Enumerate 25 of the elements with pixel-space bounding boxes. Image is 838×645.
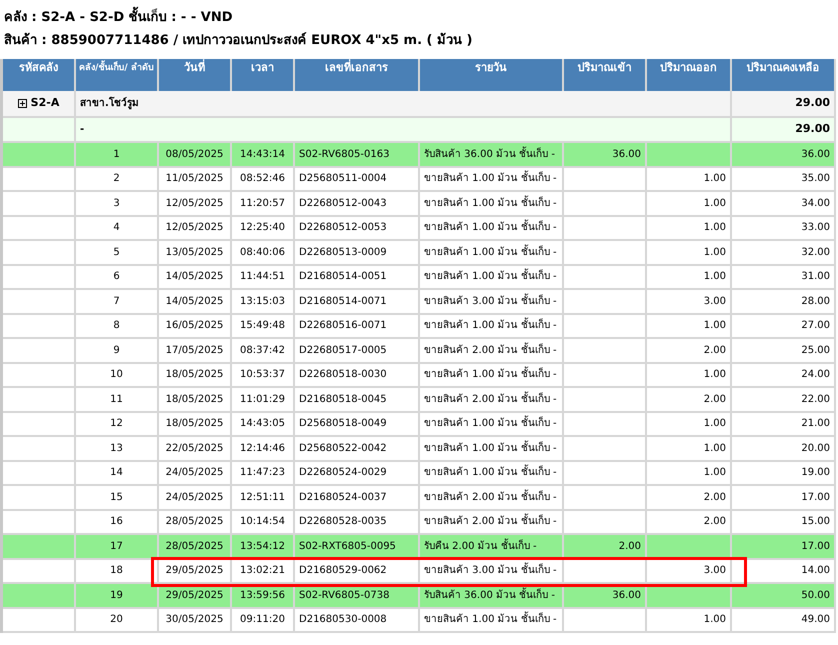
table-cell: 20	[75, 608, 158, 632]
table-cell: 1.00	[646, 608, 731, 632]
table-cell: 49.00	[731, 608, 835, 632]
subgroup-label: -	[80, 124, 84, 135]
column-header: ปริมาณคงเหลือ	[731, 59, 835, 91]
column-header: คลัง/ชั้นเก็บ/ ลำดับ	[75, 59, 158, 91]
column-header: เลขที่เอกสาร	[294, 59, 419, 91]
table-cell: D21680530-0008	[294, 608, 419, 632]
table-cell: 30/05/2025	[158, 608, 231, 632]
column-header: รหัสคลัง	[3, 59, 75, 91]
report-header-line: คลัง : S2-A - S2-D ชั้นเก็บ : - - VND	[4, 8, 834, 27]
table-cell: 29/05/2025	[158, 558, 231, 583]
table-cell: 09:11:20	[231, 608, 294, 632]
group-name: สาขา.โชว์รูม	[80, 98, 139, 109]
expand-icon[interactable]	[18, 98, 27, 108]
column-header: ปริมาณออก	[646, 59, 731, 91]
column-header: เวลา	[231, 59, 294, 91]
column-header: วันที่	[158, 59, 231, 91]
group-balance: 29.00	[795, 96, 830, 110]
table-cell: ขายสินค้า 1.00 ม้วน ชั้นเก็บ -	[419, 608, 563, 632]
column-header: รายวัน	[419, 59, 563, 91]
report-header-line: สินค้า : 8859007711486 / เทปกาววอเนกประสงค์ EUROX 4"x5 m. ( ม้วน )	[4, 31, 474, 50]
subgroup-balance: 29.00	[795, 122, 830, 136]
group-code: S2-A	[30, 95, 60, 112]
column-header: ปริมาณเข้า	[563, 59, 646, 91]
